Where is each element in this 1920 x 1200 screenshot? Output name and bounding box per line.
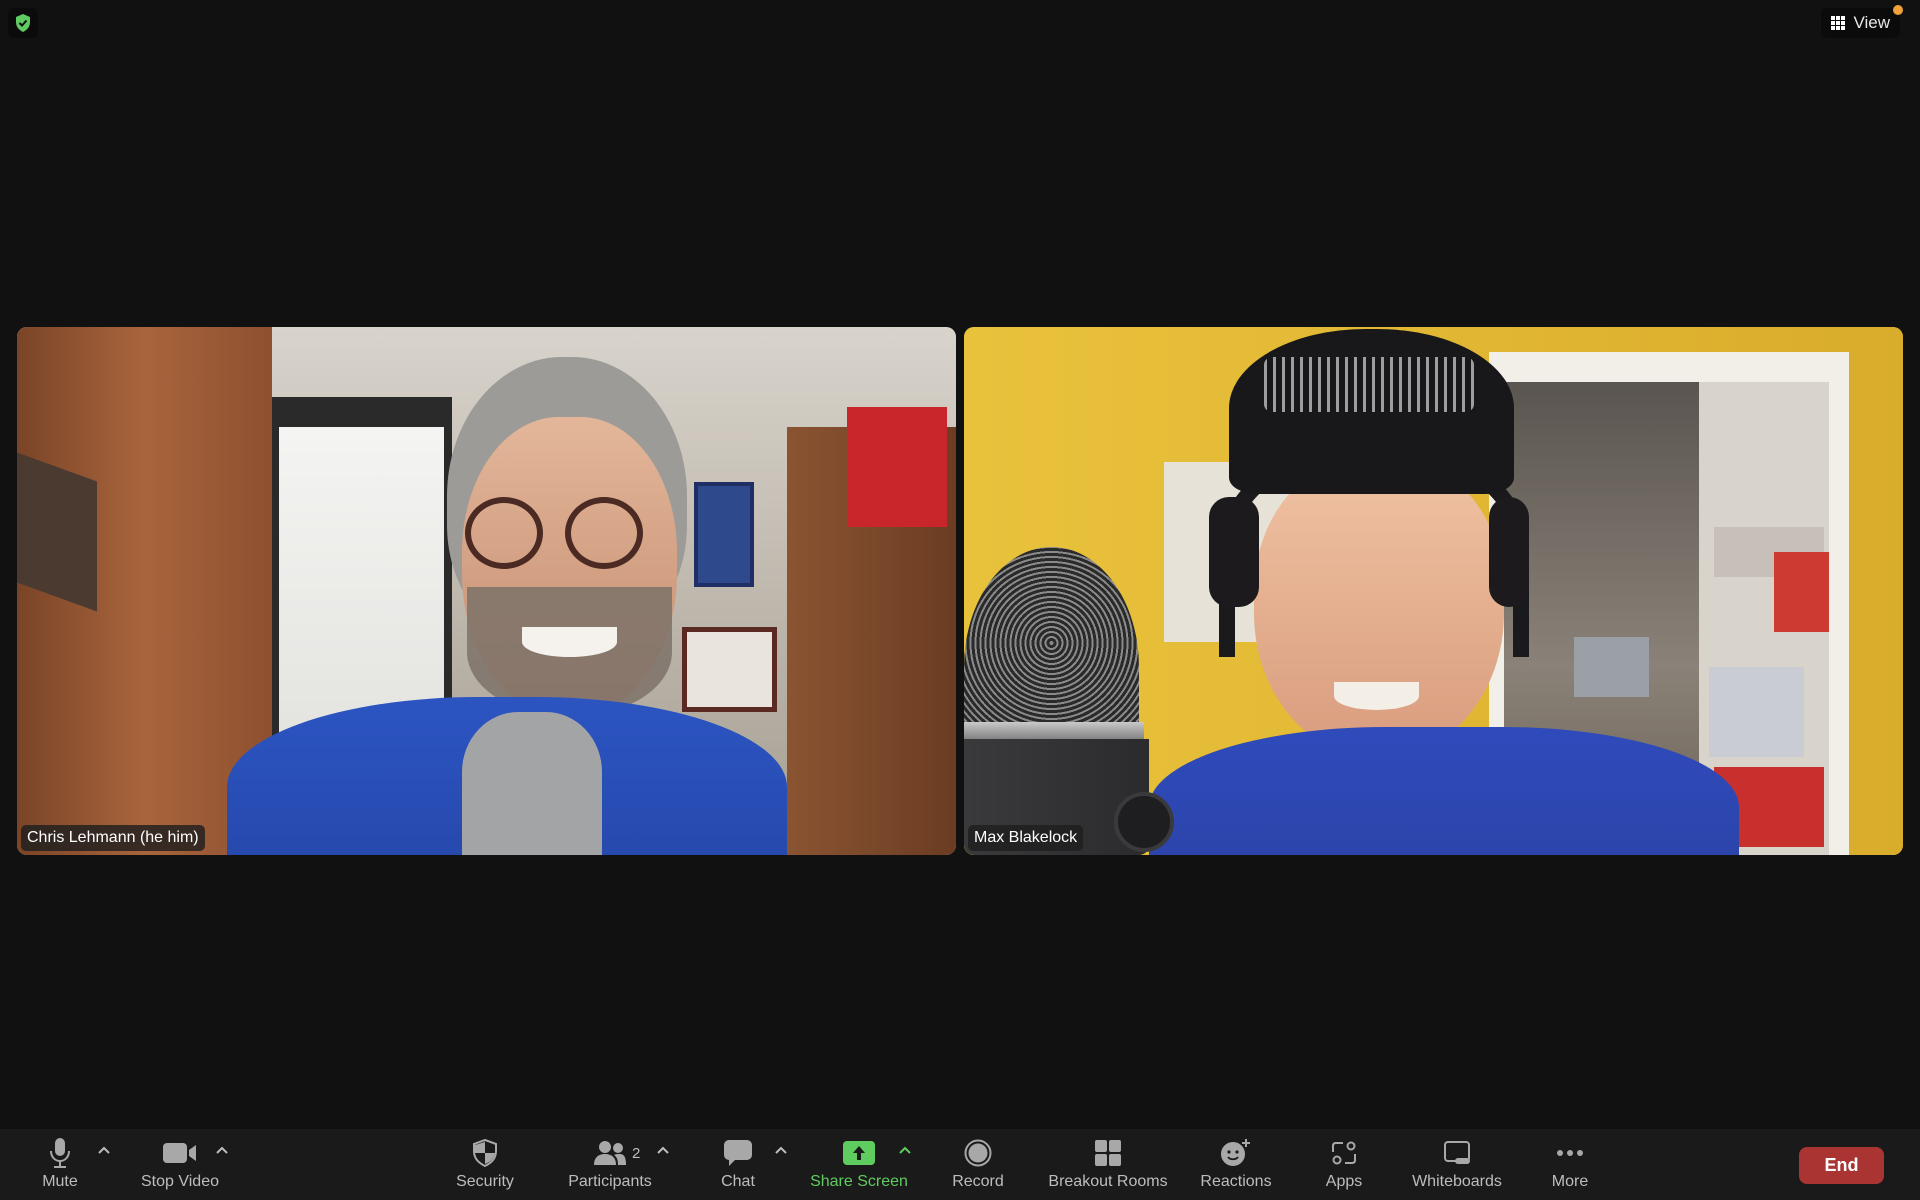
apps-label: Apps: [1325, 1173, 1363, 1190]
end-meeting-button[interactable]: End: [1799, 1147, 1884, 1184]
chat-button[interactable]: Chat: [712, 1129, 764, 1200]
breakout-rooms-label: Breakout Rooms: [1048, 1173, 1168, 1190]
participants-options-caret[interactable]: [656, 1145, 670, 1155]
participant-name-label: Max Blakelock: [968, 825, 1084, 851]
video-tile-max-blakelock[interactable]: Max Blakelock: [964, 327, 1903, 855]
video-tile-chris-lehmann[interactable]: Chris Lehmann (he him): [17, 327, 956, 855]
view-button-label: View: [1853, 13, 1890, 32]
more-label: More: [1551, 1173, 1589, 1190]
chevron-up-icon: [775, 1146, 787, 1154]
more-button[interactable]: More: [1549, 1129, 1591, 1200]
chevron-up-icon: [98, 1146, 110, 1154]
reactions-icon: [1221, 1139, 1250, 1166]
breakout-rooms-button[interactable]: Breakout Rooms: [1045, 1129, 1171, 1200]
view-button[interactable]: View: [1821, 5, 1903, 38]
mute-label: Mute: [42, 1173, 78, 1190]
reactions-label: Reactions: [1200, 1173, 1272, 1190]
apps-icon: [1332, 1141, 1356, 1165]
video-camera-icon: [163, 1143, 196, 1163]
microphone-icon: [50, 1138, 70, 1168]
share-screen-label: Share Screen: [810, 1173, 908, 1190]
participants-count: 2: [632, 1145, 641, 1162]
reactions-button[interactable]: Reactions: [1196, 1129, 1276, 1200]
chat-label: Chat: [721, 1173, 755, 1190]
participants-icon: [594, 1141, 626, 1165]
stop-video-button[interactable]: Stop Video: [130, 1129, 230, 1200]
whiteboard-icon: [1444, 1141, 1470, 1164]
chevron-up-icon: [899, 1146, 911, 1154]
chevron-up-icon: [657, 1146, 669, 1154]
shield-check-icon: [16, 14, 30, 32]
participants-button[interactable]: Participants: [563, 1129, 657, 1200]
chat-options-caret[interactable]: [774, 1145, 788, 1155]
video-options-caret[interactable]: [215, 1145, 229, 1155]
mute-button[interactable]: Mute: [30, 1129, 90, 1200]
more-dots-icon: [1557, 1150, 1583, 1156]
record-label: Record: [952, 1173, 1004, 1190]
notification-dot: [1893, 5, 1903, 15]
breakout-rooms-icon: [1095, 1140, 1121, 1166]
record-button[interactable]: Record: [948, 1129, 1008, 1200]
stop-video-label: Stop Video: [141, 1173, 219, 1190]
security-shield-icon: [473, 1139, 497, 1167]
apps-button[interactable]: Apps: [1319, 1129, 1369, 1200]
security-label: Security: [456, 1173, 514, 1190]
meeting-security-badge[interactable]: [8, 8, 38, 38]
grid-icon: [1831, 16, 1846, 30]
participant-name-label: Chris Lehmann (he him): [21, 825, 205, 851]
share-screen-button[interactable]: Share Screen: [806, 1129, 912, 1200]
record-icon: [964, 1139, 992, 1167]
video-feed: [964, 327, 1903, 855]
whiteboards-button[interactable]: Whiteboards: [1407, 1129, 1507, 1200]
meeting-toolbar: Mute Stop Video Security Participants 2 …: [0, 1129, 1920, 1200]
audio-options-caret[interactable]: [97, 1145, 111, 1155]
security-button[interactable]: Security: [447, 1129, 523, 1200]
video-feed: [17, 327, 956, 855]
chat-bubble-icon: [724, 1140, 752, 1166]
participants-label: Participants: [568, 1173, 652, 1190]
share-options-caret[interactable]: [898, 1145, 912, 1155]
chevron-up-icon: [216, 1146, 228, 1154]
whiteboards-label: Whiteboards: [1412, 1173, 1502, 1190]
share-screen-icon: [843, 1141, 875, 1165]
